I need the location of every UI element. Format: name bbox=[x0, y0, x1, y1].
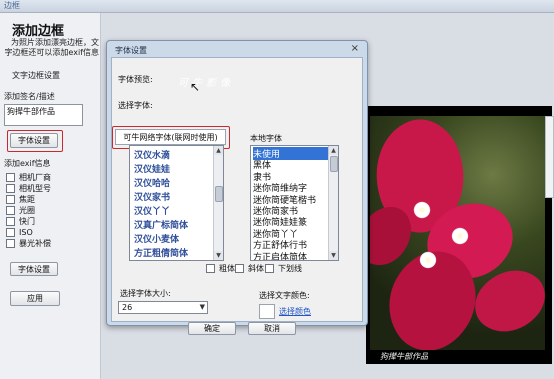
underline-option[interactable]: 下划线 bbox=[265, 263, 302, 274]
italic-checkbox[interactable] bbox=[235, 264, 244, 273]
choose-color-link[interactable]: 选择颜色 bbox=[279, 306, 311, 317]
exif-checkbox[interactable] bbox=[6, 217, 15, 226]
dialog-title: 字体设置 bbox=[115, 46, 147, 55]
flower-2 bbox=[450, 226, 470, 246]
local-font-item[interactable]: 方正启体简体 bbox=[253, 250, 331, 260]
font-preview: 可牛影像 bbox=[178, 78, 234, 89]
online-fonts-list[interactable]: 汉仪水滴 汉仪娃娃 汉仪哈哈 汉仪家书 汉仪丫丫 汉真广标简体 汉仪小麦体 方正粗倩简体 ▲ … bbox=[129, 145, 224, 261]
exif-option[interactable]: 暴光补偿 bbox=[6, 238, 51, 249]
scroll-down-icon[interactable]: ▼ bbox=[214, 251, 223, 260]
online-font-item[interactable]: 汉仪小麦体 bbox=[134, 232, 179, 245]
ok-button[interactable]: 确定 bbox=[188, 322, 236, 335]
color-swatch[interactable] bbox=[259, 304, 275, 319]
exif-option-label: 相机厂商 bbox=[19, 173, 51, 182]
exif-option-label: 光圈 bbox=[19, 206, 35, 215]
exif-option[interactable]: 快门 bbox=[6, 216, 35, 227]
exif-label: 添加exif信息 bbox=[4, 159, 51, 168]
exif-checkbox[interactable] bbox=[6, 195, 15, 204]
exif-checkbox[interactable] bbox=[6, 206, 15, 215]
panel-heading: 添加边框 bbox=[12, 24, 65, 39]
font-settings-button-2[interactable]: 字体设置 bbox=[10, 262, 58, 276]
preview-label: 字体预览: bbox=[118, 75, 153, 84]
exif-option[interactable]: 相机型号 bbox=[6, 183, 51, 194]
scroll-thumb[interactable] bbox=[215, 186, 223, 202]
online-font-item[interactable]: 汉真广标简体 bbox=[134, 218, 188, 231]
exif-option-label: 相机型号 bbox=[19, 184, 51, 193]
online-font-item[interactable]: 汉仪丫丫 bbox=[134, 204, 170, 217]
exif-option[interactable]: 光圈 bbox=[6, 205, 35, 216]
local-fonts-list[interactable]: 未使用 黑体 隶书 迷你简维纳字 迷你简硬笔楷书 迷你简家书 迷你简娃娃篆 迷你简丫丫 方正舒体… bbox=[250, 145, 339, 261]
italic-option[interactable]: 斜体 bbox=[235, 263, 264, 274]
bold-checkbox[interactable] bbox=[206, 264, 215, 273]
exif-option-label: 焦距 bbox=[19, 195, 35, 204]
local-fonts-label: 本地字体 bbox=[250, 134, 282, 143]
online-font-item[interactable]: 汉仪家书 bbox=[134, 190, 170, 203]
exif-option-label: 快门 bbox=[19, 217, 35, 226]
dialog-body: 字体预览: 可牛影像 ↖ 选择字体: 可牛网络字体(联网时使用) 汉仪水滴 汉仪娃… bbox=[111, 57, 363, 335]
font-size-label: 选择字体大小: bbox=[120, 289, 171, 298]
scroll-thumb[interactable] bbox=[330, 156, 338, 172]
font-settings-dialog: 字体设置 × 字体预览: 可牛影像 ↖ 选择字体: 可牛网络字体(联网时使用) … bbox=[106, 40, 368, 335]
exif-checkbox[interactable] bbox=[6, 228, 15, 237]
online-list-scrollbar[interactable]: ▲ ▼ bbox=[213, 146, 223, 260]
scroll-up-icon[interactable]: ▲ bbox=[214, 146, 223, 155]
online-font-item[interactable]: 汉仪哈哈 bbox=[134, 176, 170, 189]
exif-option[interactable]: 焦距 bbox=[6, 194, 35, 205]
add-signature-label: 添加签名/描述 bbox=[4, 92, 55, 101]
panel-description: 为照片添加漂亮边框，文字边框还可以添加exif信息 bbox=[4, 38, 99, 57]
scroll-down-icon[interactable]: ▼ bbox=[329, 251, 338, 260]
text-border-settings-label: 文字边框设置 bbox=[12, 71, 60, 80]
local-list-scrollbar[interactable]: ▲ ▼ bbox=[328, 146, 338, 260]
photo-preview bbox=[370, 116, 545, 350]
chevron-down-icon: ▼ bbox=[199, 303, 205, 311]
bold-option[interactable]: 粗体 bbox=[206, 263, 235, 274]
select-font-label: 选择字体: bbox=[118, 101, 153, 110]
exif-checkbox[interactable] bbox=[6, 173, 15, 182]
close-icon[interactable]: × bbox=[351, 43, 359, 54]
font-size-value: 26 bbox=[122, 303, 133, 312]
underline-checkbox[interactable] bbox=[265, 264, 274, 273]
online-font-item[interactable]: 汉仪娃娃 bbox=[134, 162, 170, 175]
signature-input[interactable]: 狗撵牛部作品 bbox=[4, 104, 83, 126]
exif-checkbox[interactable] bbox=[6, 184, 15, 193]
exif-checkbox[interactable] bbox=[6, 239, 15, 248]
cancel-button[interactable]: 取消 bbox=[248, 322, 296, 335]
exif-option-label: 暴光补偿 bbox=[19, 239, 51, 248]
window-titlebar: 边框 bbox=[0, 0, 554, 13]
photo-scrollbar[interactable] bbox=[545, 116, 554, 198]
flower-3 bbox=[418, 250, 438, 270]
online-font-item[interactable]: 方正粗倩简体 bbox=[134, 246, 188, 259]
scroll-up-icon[interactable]: ▲ bbox=[329, 146, 338, 155]
flower-1 bbox=[412, 200, 432, 220]
left-panel: 添加边框 为照片添加漂亮边框，文字边框还可以添加exif信息 文字边框设置 添加… bbox=[0, 13, 101, 379]
font-size-select[interactable]: 26 ▼ bbox=[118, 301, 208, 314]
exif-option[interactable]: 相机厂商 bbox=[6, 172, 51, 183]
window-title: 边框 bbox=[4, 1, 20, 10]
online-font-item[interactable]: 汉仪水滴 bbox=[134, 148, 170, 161]
highlight-box bbox=[7, 130, 63, 152]
text-color-label: 选择文字颜色: bbox=[259, 291, 310, 300]
apply-button[interactable]: 应用 bbox=[10, 291, 60, 306]
mouse-cursor-icon: ↖ bbox=[190, 80, 201, 94]
photo-caption: 狗撵牛部作品 bbox=[380, 352, 428, 361]
exif-option[interactable]: ISO bbox=[6, 227, 33, 238]
exif-option-label: ISO bbox=[19, 228, 33, 237]
